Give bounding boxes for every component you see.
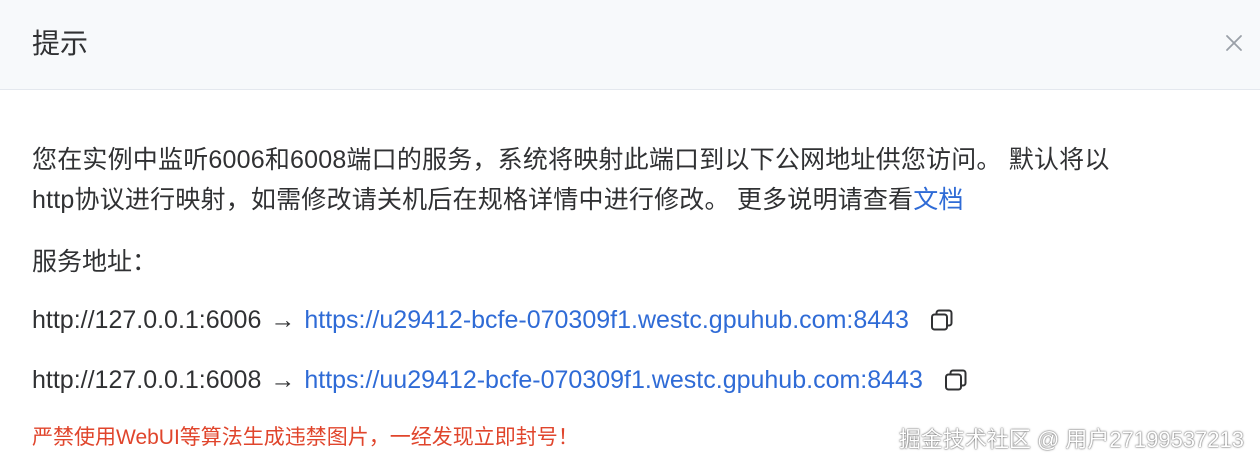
- notice-line-2: http协议进行映射，如需修改请关机后在规格详情中进行修改。 更多说明请查看文档: [32, 180, 1242, 220]
- copy-button[interactable]: [929, 307, 955, 333]
- copy-icon: [930, 309, 953, 331]
- dialog-header: 提示: [0, 0, 1260, 90]
- close-icon: [1226, 35, 1242, 51]
- copy-button[interactable]: [943, 367, 969, 393]
- warning-text: 严禁使用WebUI等算法生成违禁图片，一经发现立即封号！: [32, 426, 579, 449]
- arrow-icon: →: [270, 365, 296, 394]
- close-button[interactable]: [1220, 29, 1248, 57]
- mapping-row-6008: http://127.0.0.1:6008 → https://uu29412-…: [32, 360, 969, 400]
- public-url-link[interactable]: https://u29412-bcfe-070309f1.westc.gpuhu…: [304, 306, 909, 335]
- service-address-label: 服务地址：: [32, 248, 158, 276]
- dialog-title: 提示: [32, 28, 89, 59]
- notice-line-2-text: http协议进行映射，如需修改请关机后在规格详情中进行修改。 更多说明请查看: [32, 186, 914, 214]
- arrow-icon: →: [270, 305, 296, 334]
- notice-line-1: 您在实例中监听6006和6008端口的服务，系统将映射此端口到以下公网地址供您访…: [32, 146, 1110, 174]
- local-address: http://127.0.0.1:6008: [32, 365, 262, 394]
- mapping-row-6006: http://127.0.0.1:6006 → https://u29412-b…: [32, 300, 955, 340]
- port-mapping-dialog: 提示 您在实例中监听6006和6008端口的服务，系统将映射此端口到以下公网地址…: [0, 0, 1260, 470]
- notice-paragraph: 您在实例中监听6006和6008端口的服务，系统将映射此端口到以下公网地址供您访…: [32, 140, 1242, 220]
- public-url-link[interactable]: https://uu29412-bcfe-070309f1.westc.gpuh…: [304, 366, 923, 395]
- watermark: 掘金技术社区 @ 用户27199537213: [898, 427, 1244, 452]
- doc-link[interactable]: 文档: [913, 186, 963, 214]
- copy-icon: [944, 369, 967, 391]
- local-address: http://127.0.0.1:6006: [32, 305, 262, 334]
